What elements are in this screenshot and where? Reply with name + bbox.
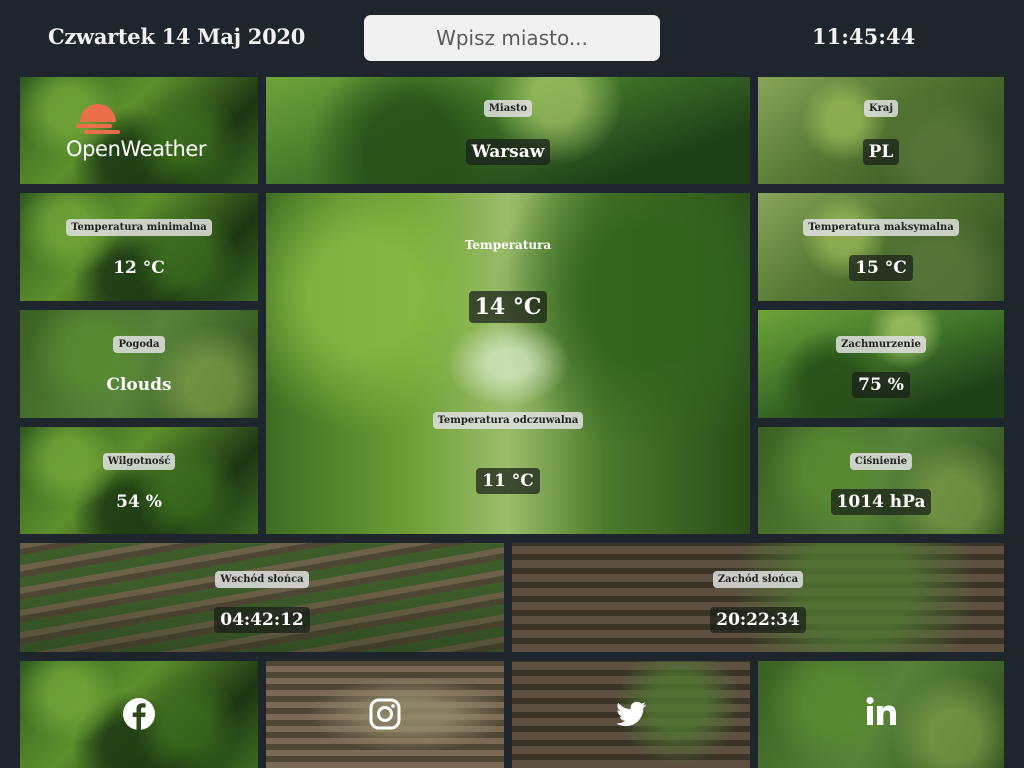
openweather-logo-text: OpenWeather: [66, 137, 207, 161]
sunset-tile: Zachód słońca 20:22:34: [512, 543, 1004, 652]
humidity-label: Wilgotność: [102, 453, 176, 470]
temp-max-label: Temperatura maksymalna: [803, 219, 959, 236]
temp-min-tile: Temperatura minimalna 12 °C: [20, 193, 258, 301]
instagram-icon[interactable]: [368, 697, 402, 731]
temp-min-value: 12 °C: [113, 258, 165, 278]
linkedin-icon[interactable]: [864, 695, 898, 729]
current-date: Czwartek 14 Maj 2020: [48, 24, 306, 49]
facebook-tile[interactable]: [20, 661, 258, 768]
clouds-value: 75 %: [852, 372, 910, 398]
weather-tile: Pogoda Clouds: [20, 310, 258, 418]
sunrise-value: 04:42:12: [214, 607, 310, 633]
pressure-label: Ciśnienie: [849, 453, 913, 470]
twitter-tile[interactable]: [512, 661, 750, 768]
main-temperature-tile: Temperatura 14 °C Temperatura odczuwalna…: [266, 193, 750, 534]
country-value: PL: [862, 139, 900, 165]
temp-max-value: 15 °C: [849, 255, 913, 281]
temp-value: 14 °C: [468, 291, 548, 323]
city-label: Miasto: [483, 100, 533, 117]
sunrise-tile: Wschód słońca 04:42:12: [20, 543, 504, 652]
pressure-value: 1014 hPa: [830, 489, 932, 515]
twitter-icon[interactable]: [614, 697, 648, 731]
humidity-value: 54 %: [116, 492, 162, 512]
temp-max-tile: Temperatura maksymalna 15 °C: [758, 193, 1004, 301]
facebook-icon[interactable]: [122, 697, 156, 731]
openweather-logo-icon: [76, 104, 120, 134]
humidity-tile: Wilgotność 54 %: [20, 427, 258, 534]
country-tile: Kraj PL: [758, 77, 1004, 184]
feels-like-value: 11 °C: [476, 468, 540, 494]
instagram-tile[interactable]: [266, 661, 504, 768]
linkedin-tile[interactable]: [758, 661, 1004, 768]
sunset-label: Zachód słońca: [712, 571, 804, 588]
sunrise-label: Wschód słońca: [215, 571, 309, 588]
header: Czwartek 14 Maj 2020 11:45:44: [0, 0, 1024, 76]
temp-label: Temperatura: [464, 238, 552, 252]
weather-label: Pogoda: [113, 336, 165, 353]
city-search-input[interactable]: [364, 15, 660, 61]
sunset-value: 20:22:34: [710, 607, 806, 633]
logo-tile: [20, 77, 258, 184]
temp-min-label: Temperatura minimalna: [66, 219, 212, 236]
clouds-label: Zachmurzenie: [836, 336, 926, 353]
pressure-tile: Ciśnienie 1014 hPa: [758, 427, 1004, 534]
city-tile: Miasto Warsaw: [266, 77, 750, 184]
clouds-tile: Zachmurzenie 75 %: [758, 310, 1004, 418]
weather-value: Clouds: [106, 375, 172, 395]
current-time: 11:45:44: [812, 24, 916, 49]
feels-like-label: Temperatura odczuwalna: [432, 412, 584, 429]
city-value: Warsaw: [465, 139, 551, 165]
country-label: Kraj: [863, 100, 899, 117]
